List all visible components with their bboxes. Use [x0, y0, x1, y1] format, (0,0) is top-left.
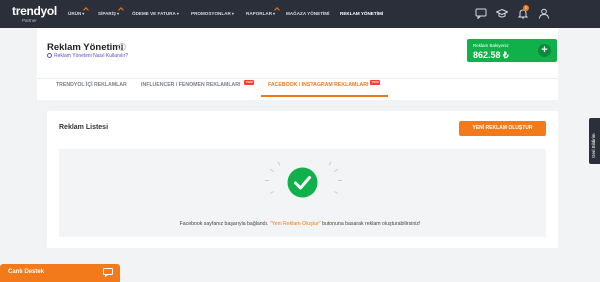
- nav-item-urun[interactable]: ÜRÜN▾: [68, 0, 90, 28]
- page-title: Reklam Yönetimi: [47, 42, 124, 53]
- chevron-down-icon: ▾: [176, 11, 179, 16]
- chat-icon: [103, 268, 113, 277]
- message-text: Facebook sayfanız başarıyla bağlandı.: [179, 221, 270, 227]
- success-message: Facebook sayfanız başarıyla bağlandı. "Y…: [0, 221, 600, 227]
- help-link[interactable]: Reklam Yönetimi Nasıl Kullanılır?: [47, 53, 128, 59]
- nav-item-label: ÜRÜN: [68, 11, 82, 16]
- nav-item-siparis[interactable]: SİPARİŞ▾: [98, 0, 124, 28]
- balance-amount: 862.58 ₺: [473, 50, 509, 60]
- balance-label: Reklam Bakiyeniz: [473, 43, 509, 48]
- live-support-label: Canlı Destek: [8, 269, 45, 275]
- message-icon[interactable]: [475, 8, 487, 19]
- tab-facebook-instagram-reklamlari[interactable]: FACEBOOK / INSTAGRAM REKLAMLARI: [268, 82, 368, 88]
- add-balance-button[interactable]: +: [538, 44, 551, 57]
- success-check-icon: [287, 167, 318, 198]
- nav-item-raporlar[interactable]: RAPORLAR▾: [246, 0, 280, 28]
- user-icon[interactable]: [538, 8, 550, 19]
- help-link-label: Reklam Yönetimi Nasıl Kullanılır?: [54, 53, 129, 59]
- info-icon[interactable]: ?: [118, 43, 126, 51]
- live-support-button[interactable]: Canlı Destek: [0, 264, 120, 282]
- nav-item-promosyonlar[interactable]: PROMOSYONLAR▾: [191, 0, 234, 28]
- nav-item-label: RAPORLAR: [246, 11, 273, 16]
- nav-item-reklam-yonetimi[interactable]: REKLAM YÖNETİMİ: [340, 0, 383, 28]
- chevron-down-icon: ▾: [273, 11, 276, 16]
- graduation-cap-icon[interactable]: [496, 8, 508, 19]
- create-ad-button[interactable]: YENİ REKLAM OLUŞTUR: [459, 121, 546, 136]
- tab-trendyol-ici-reklamlar[interactable]: TRENDYOL İÇİ REKLAMLAR: [56, 82, 127, 88]
- active-tab-indicator: [261, 95, 388, 97]
- sparkle-icon: [338, 180, 342, 181]
- balance-card: Reklam Bakiyeniz 862.58 ₺ +: [467, 39, 557, 62]
- nav-item-magaza-yonetimi[interactable]: MAĞAZA YÖNETİMİ: [286, 0, 329, 28]
- notification-badge: 0: [523, 5, 529, 11]
- logo-subtitle: Partner: [22, 18, 37, 23]
- nav-item-label: ÖDEME VE FATURA: [132, 11, 176, 16]
- nav-item-label: PROMOSYONLAR: [191, 11, 231, 16]
- nav-item-odeme-ve-fatura[interactable]: ÖDEME VE FATURA▾: [132, 0, 179, 28]
- message-highlight: "Yeni Reklam Oluştur": [269, 221, 321, 227]
- feedback-label: Geri Bildirim: [591, 133, 596, 158]
- sparkle-icon: [265, 180, 269, 181]
- nav-item-label: SİPARİŞ: [98, 11, 117, 16]
- play-icon: [47, 53, 52, 58]
- nav-item-label: REKLAM YÖNETİMİ: [340, 11, 384, 16]
- tab-influencer-reklamlari[interactable]: INFLUENCER / FENOMEN REKLAMLARI: [141, 82, 240, 88]
- ad-list-title: Reklam Listesi: [59, 124, 109, 131]
- new-badge: YENİ: [370, 80, 380, 85]
- nav-item-label: MAĞAZA YÖNETİMİ: [286, 11, 330, 16]
- chevron-down-icon: ▾: [117, 11, 120, 16]
- new-badge: YENİ: [244, 80, 254, 85]
- chevron-down-icon: ▾: [231, 11, 234, 16]
- feedback-side-tab[interactable]: Geri Bildirim: [589, 118, 600, 164]
- message-text: butonuna basarak reklam oluşturabilirsin…: [320, 221, 421, 227]
- trendyol-logo[interactable]: trendyol: [12, 4, 57, 18]
